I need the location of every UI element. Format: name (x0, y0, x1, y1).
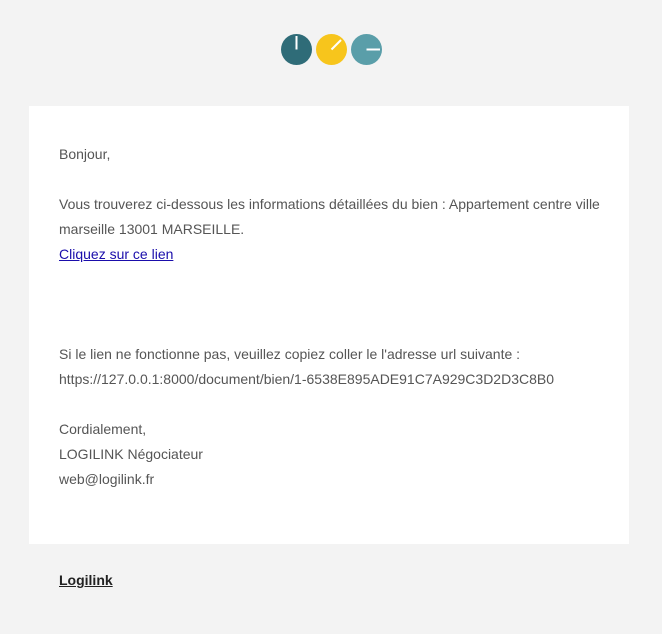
email-body: Bonjour, Vous trouverez ci-dessous les i… (59, 142, 604, 492)
property-link[interactable]: Cliquez sur ce lien (59, 246, 173, 262)
logo (0, 34, 662, 68)
closing: Cordialement, (59, 421, 147, 437)
teal-clock-icon (280, 34, 312, 65)
yellow-clock-icon (315, 34, 347, 65)
fallback-instructions: Si le lien ne fonctionne pas, veuillez c… (59, 346, 521, 362)
greeting: Bonjour, (59, 146, 111, 162)
email-card: Bonjour, Vous trouverez ci-dessous les i… (29, 106, 629, 544)
blue-clock-icon (350, 34, 382, 65)
footer-brand-link[interactable]: Logilink (59, 572, 113, 588)
fallback-url: https://127.0.0.1:8000/document/bien/1-6… (59, 371, 555, 387)
intro-text-line-1: Vous trouverez ci-dessous les informatio… (59, 196, 600, 212)
signature-name: LOGILINK Négociateur (59, 446, 203, 462)
signature-email: web@logilink.fr (59, 471, 155, 487)
intro-text-line-2: marseille 13001 MARSEILLE. (59, 221, 245, 237)
